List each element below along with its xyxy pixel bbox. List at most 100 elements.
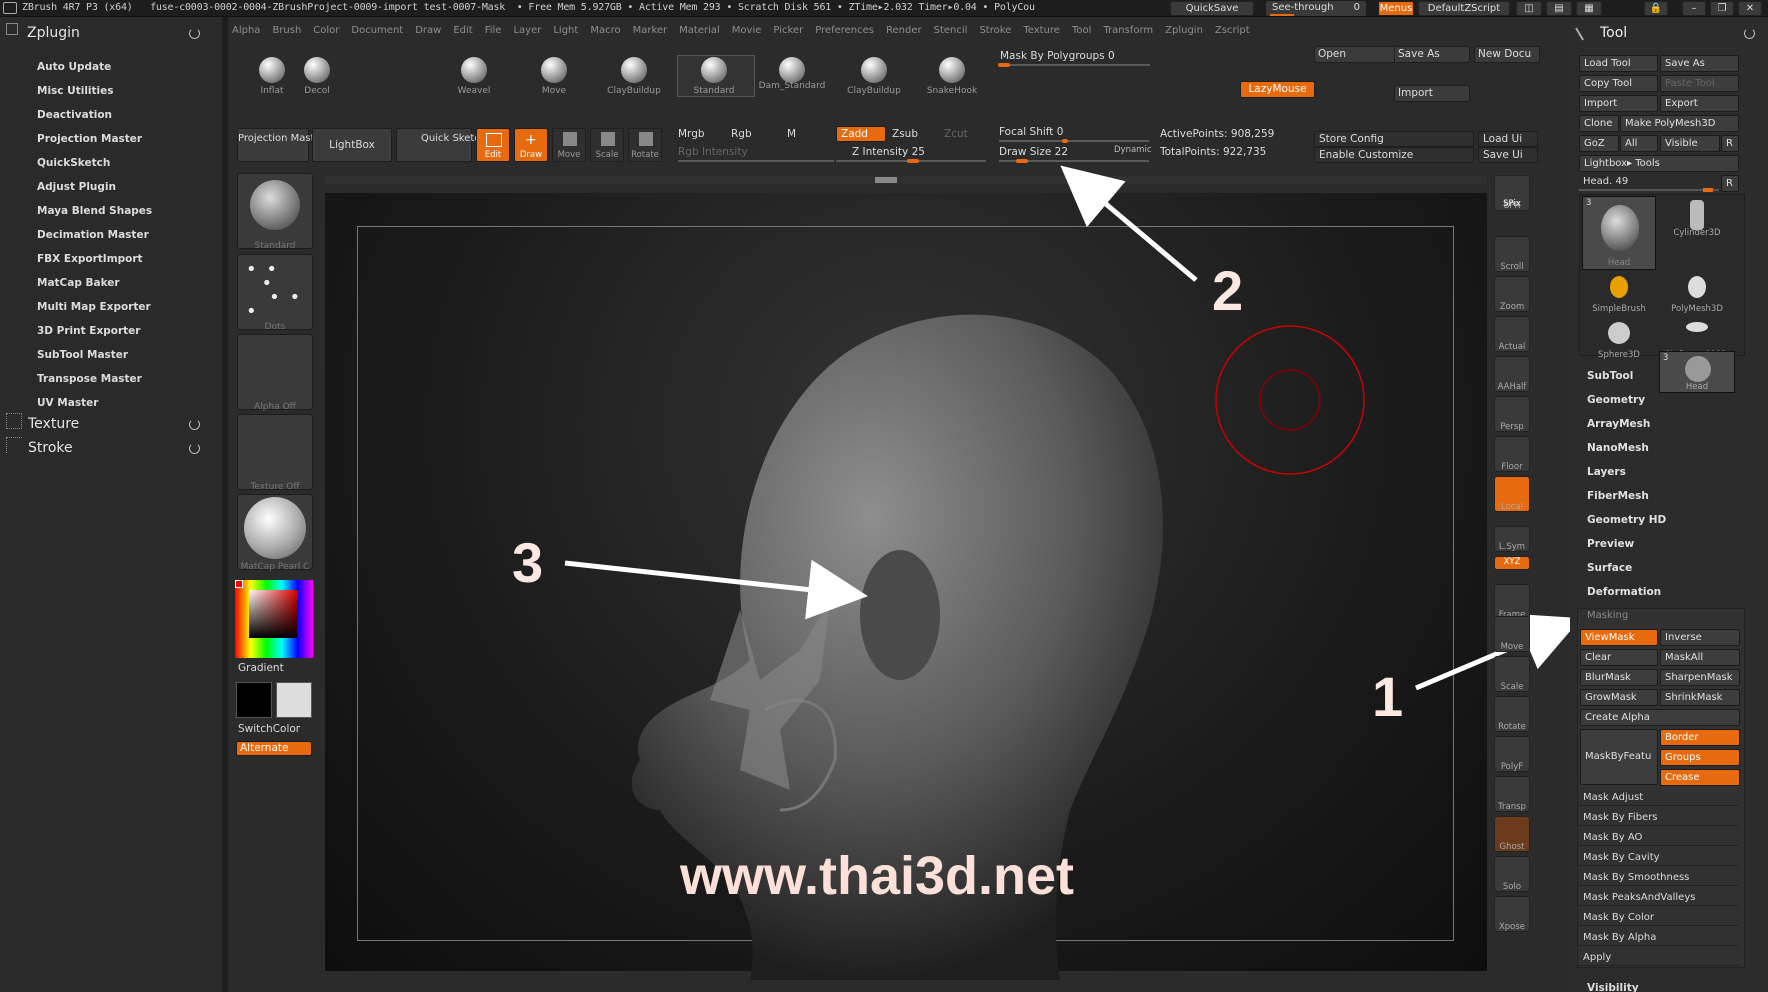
save-ui-button[interactable]: Save Ui [1478,147,1538,163]
zplugin-item[interactable]: SubTool Master [37,349,128,361]
groups-toggle[interactable]: Groups [1660,749,1740,766]
menu-tool[interactable]: Tool [1072,20,1091,42]
zplugin-item[interactable]: MatCap Baker [37,277,120,289]
left-panel-divider[interactable] [222,17,228,992]
zplugin-item[interactable]: Maya Blend Shapes [37,205,152,217]
edit-button[interactable]: Edit [476,128,510,162]
store-config-button[interactable]: Store Config [1314,131,1474,147]
zplugin-header[interactable]: Zplugin [27,25,80,41]
border-toggle[interactable]: Border [1660,729,1740,746]
inverse-button[interactable]: Inverse [1660,629,1740,646]
refresh-icon[interactable] [189,28,200,39]
viewmask-button[interactable]: ViewMask [1580,629,1658,646]
menu-macro[interactable]: Macro [590,20,620,42]
brush-4-icon[interactable] [621,57,647,83]
tool-section-arraymesh[interactable]: ArrayMesh [1587,418,1650,430]
menu-brush[interactable]: Brush [272,20,301,42]
zplugin-item[interactable]: Multi Map Exporter [37,301,151,313]
brush-5-icon[interactable] [701,57,727,83]
color-picker[interactable] [235,580,313,658]
material-thumbnail[interactable] [237,494,313,570]
save-as-tool-button[interactable]: Save As [1660,55,1739,72]
gradient-label[interactable]: Gradient [238,662,284,674]
menu-document[interactable]: Document [351,20,403,42]
visibility-header[interactable]: Visibility [1587,982,1639,992]
zplugin-item[interactable]: Transpose Master [37,373,142,385]
tool-section-geometry-hd[interactable]: Geometry HD [1587,514,1666,526]
mask-option[interactable]: Mask By Color [1578,909,1738,926]
enable-customize-button[interactable]: Enable Customize [1314,147,1474,163]
zplugin-item[interactable]: Decimation Master [37,229,149,241]
visible-button[interactable]: Visible [1660,135,1720,152]
brush-1-icon[interactable] [304,57,330,83]
secondary-color-swatch[interactable] [276,682,312,718]
refresh-icon[interactable] [189,443,200,454]
tool-section-fibermesh[interactable]: FiberMesh [1587,490,1649,502]
tool-section-surface[interactable]: Surface [1587,562,1632,574]
tool-head-thumbnail[interactable]: 3 Head [1582,196,1656,270]
brush-thumbnail[interactable] [237,173,313,249]
rgb-button[interactable]: Rgb [731,128,752,140]
shrinkmask-button[interactable]: ShrinkMask [1660,689,1740,706]
menu-movie[interactable]: Movie [732,20,762,42]
new-document-button[interactable]: New Docu [1474,46,1540,63]
stroke-thumbnail[interactable]: • • • • • • [237,254,313,330]
projection-master-button[interactable]: Projection Master [237,128,325,162]
r-button[interactable]: R [1721,135,1739,152]
lock-icon[interactable]: 🔒 [1644,1,1668,16]
canvas-scrollbar[interactable] [325,176,1487,184]
r-button[interactable]: R [1721,175,1739,192]
sharpenmask-button[interactable]: SharpenMask [1660,669,1740,686]
menu-color[interactable]: Color [313,20,339,42]
zplugin-item[interactable]: Auto Update [37,61,111,73]
menu-zscript[interactable]: Zscript [1215,20,1250,42]
tool-thumbnail[interactable]: Cylinder3D [1659,196,1735,242]
dynamic-button[interactable]: Dynamic [1114,145,1152,155]
menu-render[interactable]: Render [886,20,922,42]
menu-stroke[interactable]: Stroke [979,20,1011,42]
lightbox-button[interactable]: LightBox [312,128,392,162]
zplugin-item[interactable]: Deactivation [37,109,112,121]
mask-option[interactable]: Mask By Alpha [1578,929,1738,946]
copy-tool-button[interactable]: Copy Tool [1579,75,1658,92]
import-tool-button[interactable]: Import [1579,95,1658,112]
zplugin-item[interactable]: 3D Print Exporter [37,325,140,337]
drag-handle-icon[interactable] [6,23,18,35]
zplugin-item[interactable]: Adjust Plugin [37,181,116,193]
minimize-icon[interactable]: – [1682,1,1706,16]
slider-thumb[interactable] [998,63,1010,67]
zplugin-item[interactable]: QuickSketch [37,157,110,169]
focal-shift-slider[interactable]: Focal Shift 0 [999,126,1063,138]
crease-toggle[interactable]: Crease [1660,769,1740,786]
main-color-swatch[interactable] [236,682,272,718]
masking-header[interactable]: Masking [1587,610,1628,621]
tool-thumbnail[interactable]: SimpleBrush [1581,272,1657,318]
mask-by-polygroups-slider[interactable] [1000,64,1150,66]
rgb-intensity-slider[interactable]: Rgb Intensity [678,146,748,158]
load-tool-button[interactable]: Load Tool [1579,55,1658,72]
menu-stencil[interactable]: Stencil [934,20,968,42]
alpha-thumbnail[interactable] [237,334,313,410]
menu-light[interactable]: Light [553,20,578,42]
brush-8-icon[interactable] [939,57,965,83]
menu-material[interactable]: Material [679,20,720,42]
zcut-button[interactable]: Zcut [944,128,968,140]
slider-thumb[interactable] [1062,139,1068,143]
brush-0-icon[interactable] [259,57,285,83]
current-tool-slider[interactable]: Head. 49 [1579,175,1719,192]
goz-button[interactable]: GoZ [1579,135,1619,152]
zplugin-item[interactable]: UV Master [37,397,98,409]
texture-palette-header[interactable]: Texture [28,416,79,432]
menu-edit[interactable]: Edit [453,20,472,42]
slider-thumb[interactable] [907,159,919,163]
brush-7-icon[interactable] [861,57,887,83]
z-intensity-slider[interactable]: Z Intensity 25 [852,146,925,158]
m-button[interactable]: M [787,128,796,140]
mask-option[interactable]: Mask By Cavity [1578,849,1738,866]
mask-option[interactable]: Mask Adjust [1578,789,1738,806]
menu-draw[interactable]: Draw [415,20,441,42]
zbrush-logo-icon[interactable] [3,2,17,14]
panel-toggle-icon[interactable]: ◫ [1516,1,1542,16]
stroke-palette-header[interactable]: Stroke [28,440,73,456]
zsub-button[interactable]: Zsub [892,128,918,140]
